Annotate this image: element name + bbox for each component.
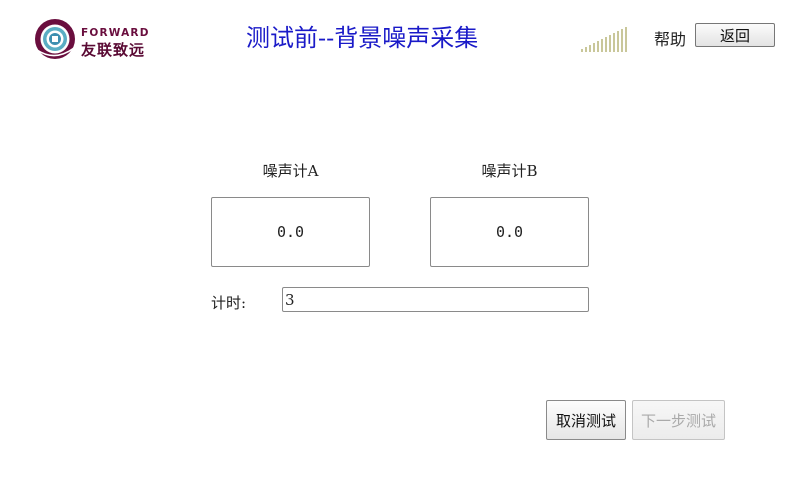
meter-a-label: 噪声计A [262,162,319,180]
cancel-test-button[interactable]: 取消测试 [546,400,626,440]
back-button[interactable]: 返回 [695,23,775,47]
brand-logo: FORWARD 友联致远 [34,18,162,64]
page-title: 测试前--背景噪声采集 [246,24,479,52]
logo-mark-icon [35,19,75,59]
help-link[interactable]: 帮助 [654,26,686,50]
meter-b-label: 噪声计B [481,162,538,180]
meter-b-display: 0.0 [430,197,589,267]
meter-a-value: 0.0 [276,223,305,241]
next-step-button[interactable]: 下一步测试 [632,400,725,440]
logo-text-cn: 友联致远 [81,41,146,59]
timer-label: 计时: [211,294,247,312]
noise-test-screen: FORWARD 友联致远 测试前--背景噪声采集 帮助 返回 噪声计A 0.0 … [0,0,800,480]
logo-text-en: FORWARD [81,27,150,39]
meter-b-value: 0.0 [495,223,524,241]
timer-field[interactable] [282,287,589,312]
signal-strength-icon [581,27,627,52]
meter-a-display: 0.0 [211,197,370,267]
